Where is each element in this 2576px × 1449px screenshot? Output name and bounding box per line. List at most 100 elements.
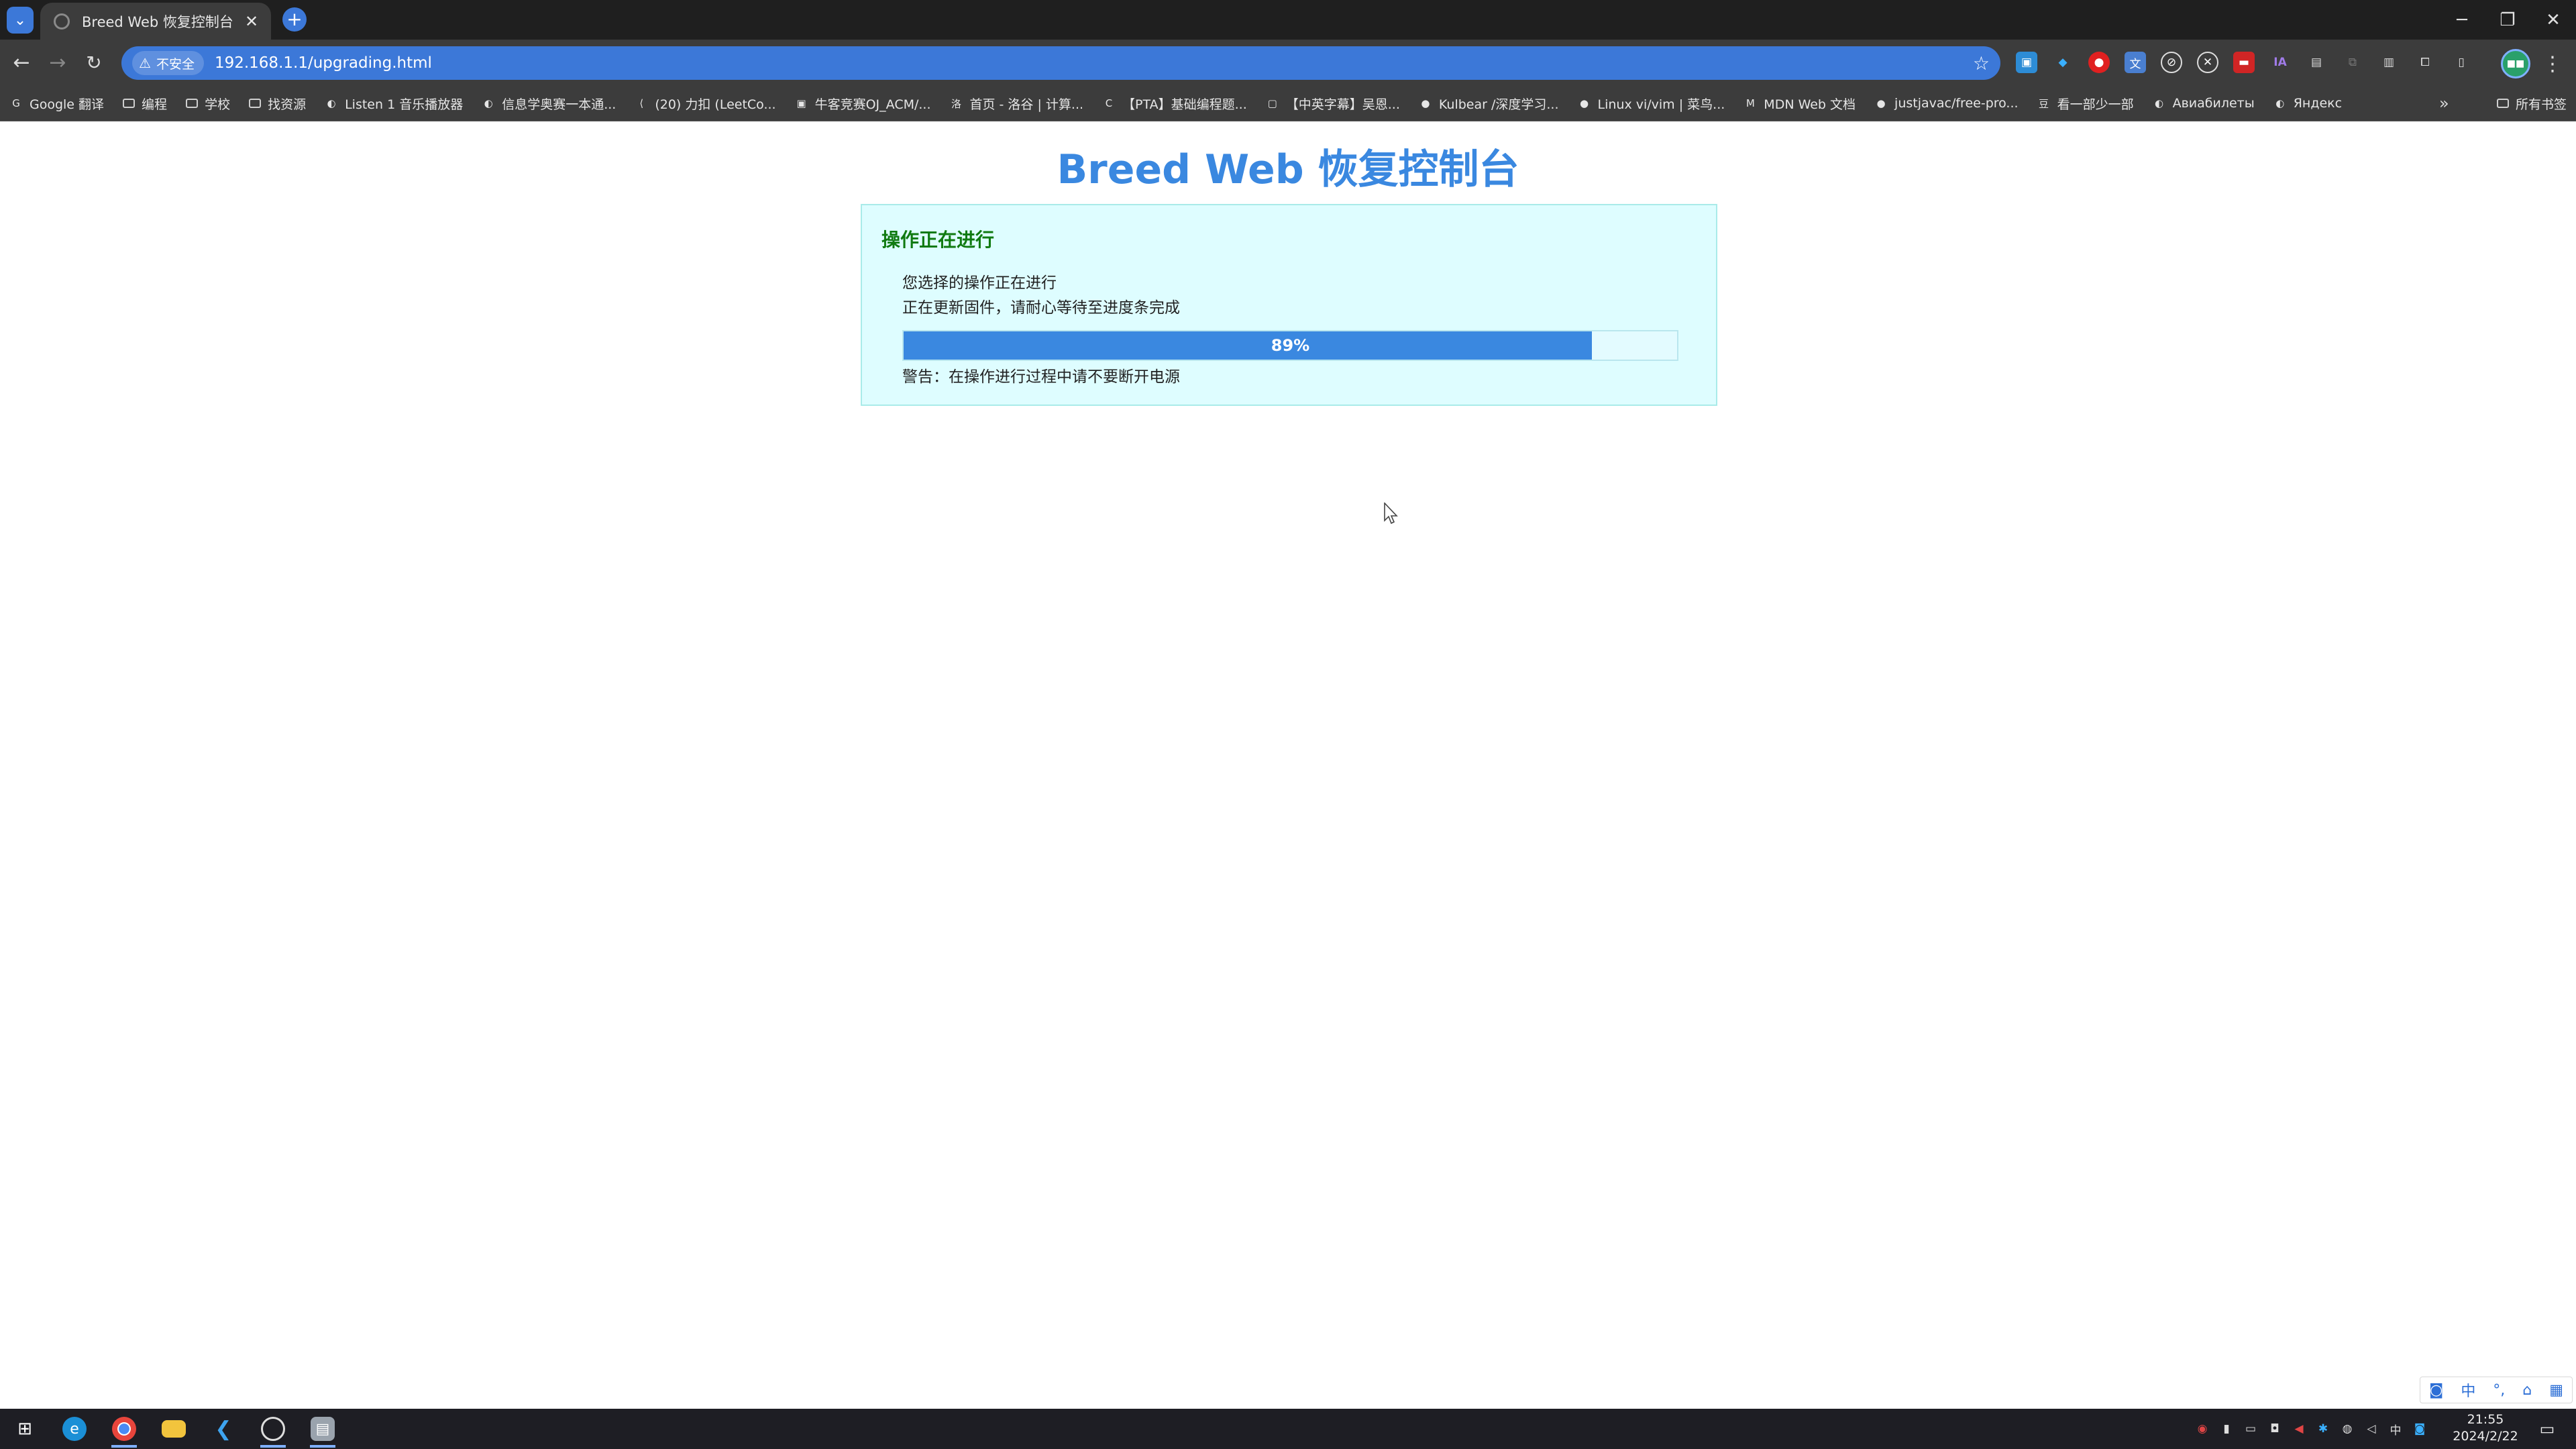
notification-icon[interactable]: ▭ bbox=[2536, 1418, 2559, 1440]
tray-app-icon[interactable]: ▭ bbox=[2242, 1420, 2259, 1438]
plus-icon: + bbox=[286, 8, 303, 30]
extension-icon[interactable]: ◆ bbox=[2052, 52, 2074, 73]
speedometer-icon bbox=[261, 1417, 285, 1441]
bookmark-list: G Google 翻译 编程 学校 找资源 ◐ Listen 1 音乐播放器 ◐ 信息学奥赛一本… bbox=[9, 86, 2361, 121]
network-icon[interactable]: ◍ bbox=[2339, 1420, 2356, 1438]
bookmark-item[interactable]: ◐ Авиабилеты bbox=[2153, 96, 2255, 111]
folder-icon bbox=[162, 1420, 186, 1438]
bookmark-label: Listen 1 音乐播放器 bbox=[345, 97, 464, 112]
bookmark-item[interactable]: 洛首页 - 洛谷 | 计算... bbox=[950, 95, 1083, 113]
extension-icon[interactable]: ▥ bbox=[2378, 52, 2400, 73]
taskbar-file-explorer[interactable] bbox=[149, 1409, 199, 1449]
bookmark-item[interactable]: C 【PTA】基础编程题... bbox=[1102, 95, 1247, 113]
tray-language[interactable]: 中 bbox=[2387, 1420, 2404, 1438]
back-icon[interactable]: ← bbox=[7, 48, 36, 77]
extension-icon[interactable]: ▬ bbox=[2233, 52, 2255, 73]
douban-icon: 豆 bbox=[2039, 97, 2049, 110]
bookmark-item[interactable]: ▣ 牛客竞赛OJ_ACM/... bbox=[795, 95, 931, 113]
bookmark-item[interactable]: 找资源 bbox=[249, 95, 306, 113]
globe-icon: ◐ bbox=[2155, 97, 2164, 109]
tray-app-icon[interactable]: ◘ bbox=[2266, 1420, 2284, 1438]
volume-icon[interactable]: ◁ bbox=[2363, 1420, 2380, 1438]
ime-mode-toggle[interactable]: 中 bbox=[2461, 1379, 2475, 1401]
ime-logo-icon[interactable]: ◙ bbox=[2429, 1382, 2443, 1399]
luogu-icon: 洛 bbox=[951, 97, 961, 110]
window-controls: ─ ❐ ✕ bbox=[2439, 0, 2576, 40]
bilibili-icon: ▢ bbox=[1267, 97, 1277, 109]
extension-icon[interactable]: ⊘ bbox=[2161, 52, 2182, 73]
tray-app-icon[interactable]: ◀ bbox=[2290, 1420, 2308, 1438]
minimize-icon[interactable]: ─ bbox=[2439, 0, 2485, 40]
ime-skin-icon[interactable]: ⌂ bbox=[2522, 1382, 2532, 1399]
start-button[interactable]: ⊞ bbox=[0, 1409, 50, 1449]
bookmark-label: Kulbear /深度学习... bbox=[1438, 97, 1559, 112]
bookmark-label: 编程 bbox=[142, 97, 168, 112]
extension-icon[interactable]: ▣ bbox=[2016, 52, 2037, 73]
extension-icon[interactable]: IA bbox=[2269, 52, 2291, 73]
folder-icon bbox=[123, 99, 136, 108]
bookmarks-overflow-icon[interactable]: » bbox=[2439, 86, 2449, 121]
tab-close-icon[interactable]: ✕ bbox=[241, 12, 262, 31]
bluetooth-icon[interactable]: ✱ bbox=[2314, 1420, 2332, 1438]
progress-label: 89% bbox=[1271, 336, 1310, 355]
bookmark-label: Google 翻译 bbox=[30, 97, 105, 112]
bookmark-item[interactable]: 编程 bbox=[123, 95, 167, 113]
url-text[interactable]: 192.168.1.1/upgrading.html bbox=[215, 54, 1973, 72]
bookmark-item[interactable]: M MDN Web 文档 bbox=[1743, 95, 1856, 113]
clock-date: 2024/2/22 bbox=[2453, 1429, 2518, 1444]
taskbar-app[interactable] bbox=[248, 1409, 298, 1449]
puzzle-icon[interactable]: ⧠ bbox=[2414, 52, 2436, 73]
taskbar-vscode[interactable]: ❮ bbox=[199, 1409, 248, 1449]
bookmark-item[interactable]: ⟨ (20) 力扣 (LeetCo... bbox=[635, 95, 775, 113]
tab-search-button[interactable]: ⌄ bbox=[7, 7, 34, 34]
bookmark-item[interactable]: G Google 翻译 bbox=[9, 95, 104, 113]
ime-punctuation-toggle[interactable]: °, bbox=[2493, 1382, 2505, 1399]
bookmark-star-icon[interactable]: ☆ bbox=[1973, 52, 1990, 74]
clock[interactable]: 21:55 2024/2/22 bbox=[2442, 1411, 2529, 1445]
nowcoder-icon: ▣ bbox=[796, 97, 806, 109]
globe-icon: ◐ bbox=[2275, 97, 2285, 109]
active-tab[interactable]: Breed Web 恢复控制台 ✕ bbox=[40, 3, 271, 40]
reload-icon[interactable]: ↻ bbox=[79, 48, 109, 77]
more-menu-icon[interactable]: ⋮ bbox=[2542, 49, 2563, 78]
new-tab-button[interactable]: + bbox=[282, 7, 307, 32]
tray-app-icon[interactable]: ◉ bbox=[2194, 1420, 2211, 1438]
ime-toolbar: ◙ 中 °, ⌂ ▦ bbox=[2420, 1377, 2573, 1403]
bookmark-label: Linux vi/vim | 菜鸟... bbox=[1597, 97, 1725, 112]
taskbar-app[interactable]: ▤ bbox=[298, 1409, 347, 1449]
translate-extension-icon[interactable]: 文 bbox=[2125, 52, 2146, 73]
close-window-icon[interactable]: ✕ bbox=[2530, 0, 2576, 40]
bookmark-item[interactable]: 豆看一部少一部 bbox=[2037, 95, 2134, 113]
taskbar-chrome[interactable] bbox=[99, 1409, 149, 1449]
bookmark-item[interactable]: ● Kulbear /深度学习... bbox=[1419, 95, 1559, 113]
tray-mic-icon[interactable]: ▮ bbox=[2218, 1420, 2235, 1438]
bookmark-item[interactable]: ● Linux vi/vim | 菜鸟... bbox=[1578, 95, 1725, 113]
extension-icon[interactable]: ✕ bbox=[2197, 52, 2218, 73]
chrome-browser-icon bbox=[112, 1417, 136, 1441]
security-chip[interactable]: ⚠ 不安全 bbox=[132, 51, 204, 75]
bookmark-item[interactable]: ◐ Listen 1 音乐播放器 bbox=[325, 95, 464, 113]
profile-avatar[interactable]: ■■ bbox=[2501, 49, 2530, 78]
mdn-icon: M bbox=[1746, 97, 1755, 109]
bookmark-item[interactable]: ● justjavac/free-pro... bbox=[1874, 96, 2019, 111]
bookmark-item[interactable]: ◐ 信息学奥赛一本通... bbox=[482, 95, 616, 113]
runoob-icon: ● bbox=[1579, 97, 1589, 109]
forward-icon[interactable]: → bbox=[43, 48, 72, 77]
restore-icon[interactable]: ❐ bbox=[2485, 0, 2530, 40]
bookmark-item[interactable]: ▢ 【中英字幕】吴恩... bbox=[1266, 95, 1400, 113]
chevron-down-icon: ⌄ bbox=[13, 11, 27, 29]
extension-icon[interactable]: ▤ bbox=[2306, 52, 2327, 73]
all-bookmarks-button[interactable]: 所有书签 bbox=[2496, 86, 2567, 121]
extension-icon[interactable]: ⧉ bbox=[2342, 52, 2363, 73]
side-panel-icon[interactable]: ▯ bbox=[2451, 52, 2472, 73]
extension-icon[interactable]: ● bbox=[2088, 52, 2110, 73]
bookmark-label: 找资源 bbox=[268, 97, 307, 112]
taskbar-edge[interactable]: e bbox=[50, 1409, 99, 1449]
status-panel: 操作正在进行 您选择的操作正在进行 正在更新固件，请耐心等待至进度条完成 89%… bbox=[861, 204, 1717, 406]
address-bar[interactable]: ⚠ 不安全 192.168.1.1/upgrading.html ☆ bbox=[121, 46, 2000, 80]
ime-tray-icon[interactable]: ◙ bbox=[2411, 1420, 2428, 1438]
bookmark-label: 看一部少一部 bbox=[2057, 97, 2134, 112]
ime-menu-grid-icon[interactable]: ▦ bbox=[2549, 1382, 2563, 1399]
bookmark-item[interactable]: ◐ Яндекс bbox=[2273, 96, 2342, 111]
bookmark-item[interactable]: 学校 bbox=[186, 95, 230, 113]
